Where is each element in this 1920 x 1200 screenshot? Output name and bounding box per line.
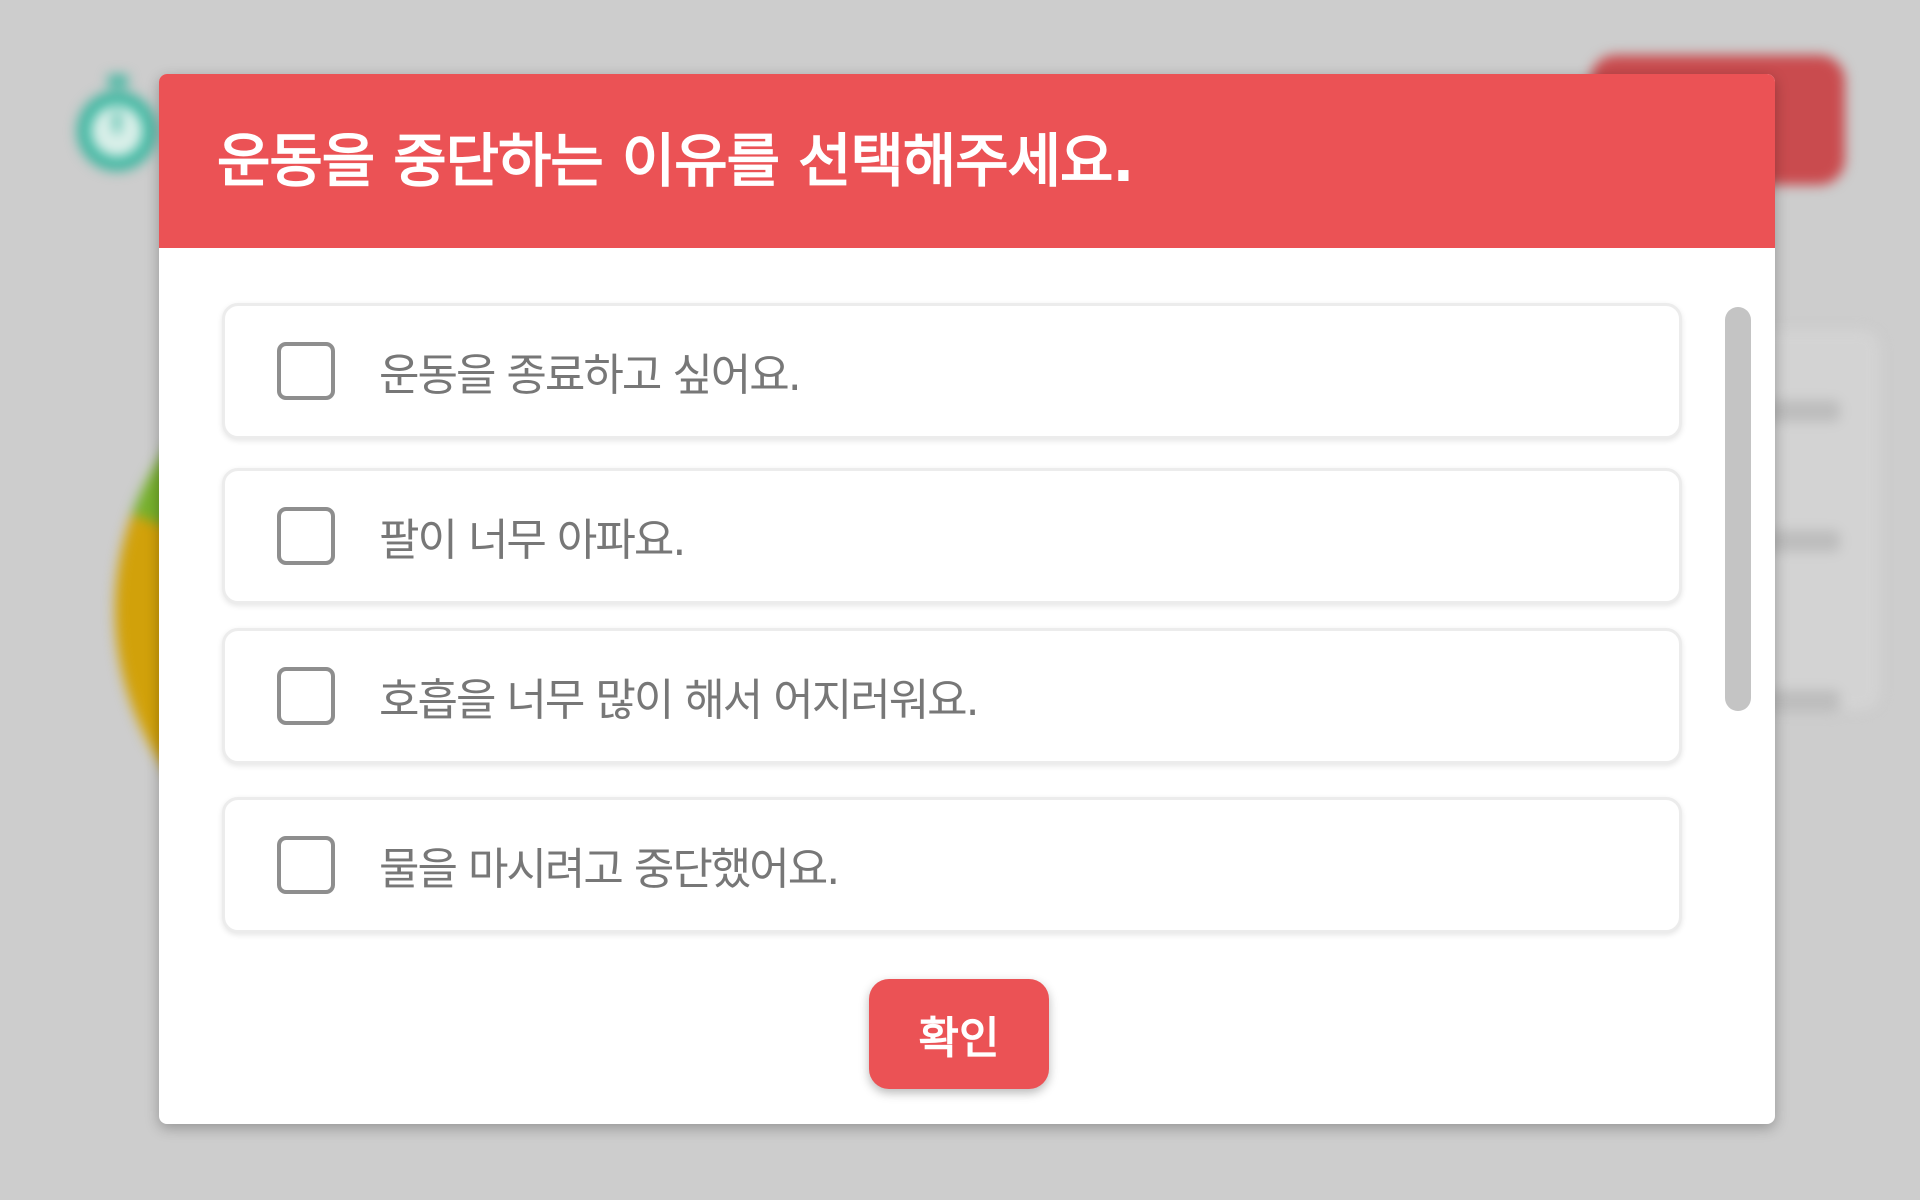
stop-reason-dialog: 운동을 중단하는 이유를 선택해주세요. 운동을 종료하고 싶어요. 팔이 너무… (159, 74, 1775, 1124)
reason-checkbox[interactable] (277, 667, 335, 725)
reason-option-label: 물을 마시려고 중단했어요. (379, 844, 840, 895)
reason-option-label: 운동을 종료하고 싶어요. (379, 350, 802, 401)
reason-option-dizzy[interactable]: 호흡을 너무 많이 해서 어지러워요. (222, 628, 1682, 764)
reason-option-label: 호흡을 너무 많이 해서 어지러워요. (379, 675, 980, 726)
reason-option-drink-water[interactable]: 물을 마시려고 중단했어요. (222, 797, 1682, 933)
reason-checkbox[interactable] (277, 507, 335, 565)
reason-option-label: 팔이 너무 아파요. (379, 515, 686, 566)
dialog-header: 운동을 중단하는 이유를 선택해주세요. (159, 74, 1775, 248)
reason-option-arm-pain[interactable]: 팔이 너무 아파요. (222, 468, 1682, 604)
reason-option-end-exercise[interactable]: 운동을 종료하고 싶어요. (222, 303, 1682, 439)
confirm-button[interactable]: 확인 (869, 979, 1049, 1089)
reason-checkbox[interactable] (277, 342, 335, 400)
options-scrollbar[interactable] (1725, 307, 1751, 711)
reason-checkbox[interactable] (277, 836, 335, 894)
reason-options-list: 운동을 종료하고 싶어요. 팔이 너무 아파요. 호흡을 너무 많이 해서 어지… (222, 303, 1682, 962)
dialog-title: 운동을 중단하는 이유를 선택해주세요. (217, 127, 1134, 195)
stopwatch-icon (77, 75, 157, 171)
